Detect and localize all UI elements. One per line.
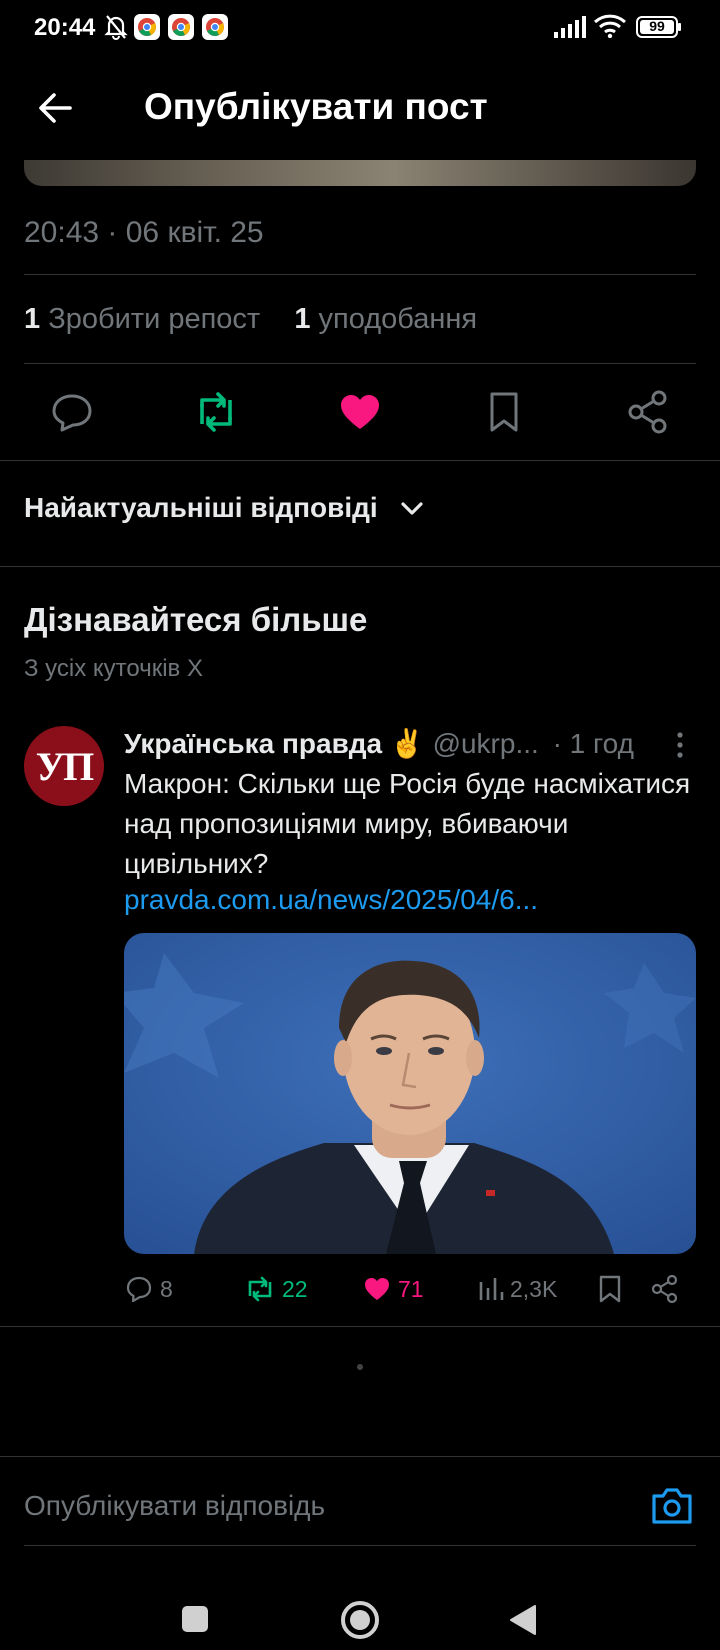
tweet-views-button[interactable]: 2,3K	[478, 1274, 557, 1304]
post-timestamp: 20:43 · 06 квіт. 25	[24, 216, 264, 249]
author-name[interactable]: Українська правда	[124, 728, 382, 759]
share-icon	[651, 1274, 678, 1304]
chrome-icon	[168, 14, 194, 45]
arrow-left-icon	[39, 93, 72, 123]
reply-input[interactable]: Опублікувати відповідь	[24, 1490, 325, 1522]
bookmark-icon	[599, 1275, 621, 1303]
reply-button[interactable]	[48, 388, 96, 436]
tweet-time: · 1 год	[552, 728, 634, 759]
section-title: Дізнавайтеся більше	[24, 601, 368, 638]
like-button[interactable]	[336, 388, 384, 436]
tweet-bookmark-button[interactable]	[596, 1274, 624, 1304]
reply-icon	[126, 1276, 152, 1303]
circle-icon	[341, 1601, 379, 1639]
loading-indicator	[357, 1364, 363, 1370]
section-subtitle: З усіх куточків X	[24, 655, 203, 682]
heart-filled-icon	[365, 1278, 389, 1300]
status-bar: 20:44 99	[0, 0, 720, 56]
divider	[0, 1456, 720, 1457]
emoji: ✌️	[389, 727, 425, 760]
divider	[0, 1326, 720, 1327]
back-button[interactable]	[30, 82, 82, 134]
likes-count: 1	[294, 303, 311, 335]
tweet-repost-button[interactable]: 22	[244, 1274, 308, 1304]
camera-button[interactable]	[650, 1486, 694, 1526]
battery-level: 99	[649, 18, 665, 34]
likes-label: уподобання	[318, 303, 478, 335]
tweet-text: Макрон: Скільки ще Росія буде насміхатис…	[124, 768, 691, 879]
tweet-media-image[interactable]	[124, 933, 696, 1254]
post-stats: 1 Зробити репост 1 уподобання	[24, 303, 477, 336]
page-title: Опублікувати пост	[144, 86, 488, 127]
avatar[interactable]: УП	[24, 726, 104, 806]
battery-icon: 99	[636, 16, 682, 38]
tweet-like-button[interactable]: 71	[362, 1274, 424, 1304]
tweet-link[interactable]: pravda.com.ua/news/2025/04/6...	[124, 884, 538, 916]
divider	[0, 566, 720, 567]
chrome-icon	[134, 14, 160, 45]
share-button[interactable]	[624, 388, 672, 436]
tweet-reply-button[interactable]: 8	[124, 1274, 173, 1304]
divider	[24, 274, 696, 275]
divider	[24, 363, 696, 364]
camera-icon	[652, 1488, 692, 1524]
post-image[interactable]	[24, 160, 696, 186]
square-icon	[182, 1606, 208, 1632]
recent-apps-button[interactable]	[180, 1604, 210, 1639]
tweet-share-button[interactable]	[650, 1274, 680, 1304]
more-options-button[interactable]	[668, 730, 692, 760]
repost-button[interactable]	[192, 388, 240, 436]
repost-count: 22	[282, 1275, 308, 1302]
app-header: Опублікувати пост	[0, 56, 720, 160]
divider	[0, 460, 720, 461]
like-count: 71	[398, 1275, 424, 1302]
repost-icon	[248, 1276, 272, 1302]
heart-filled-icon	[341, 395, 379, 429]
more-vertical-icon	[677, 732, 683, 758]
repost-icon	[200, 392, 232, 432]
views-count: 2,3K	[510, 1275, 558, 1302]
reply-count: 8	[160, 1275, 173, 1302]
bell-muted-icon	[104, 14, 128, 45]
tweet-author-line: Українська правда ✌️ @ukrp... · 1 год	[124, 727, 644, 760]
bookmark-button[interactable]	[480, 388, 528, 436]
chrome-icon	[202, 14, 228, 45]
wifi-icon	[593, 14, 627, 43]
home-button[interactable]	[340, 1600, 380, 1645]
likes-stat[interactable]: 1 уподобання	[294, 303, 477, 335]
author-handle[interactable]: @ukrp...	[433, 728, 539, 759]
status-time: 20:44	[34, 14, 96, 41]
share-icon	[628, 390, 667, 434]
triangle-back-icon	[510, 1605, 536, 1635]
replies-sort-dropdown[interactable]: Найактуальніші відповіді	[24, 492, 378, 524]
views-chart-icon	[479, 1278, 504, 1300]
reposts-count: 1	[24, 303, 41, 335]
back-nav-button[interactable]	[508, 1604, 538, 1641]
divider	[24, 1545, 696, 1546]
system-nav-bar	[0, 1562, 720, 1650]
bookmark-icon	[490, 392, 518, 432]
reply-icon	[52, 394, 92, 432]
reposts-stat[interactable]: 1 Зробити репост	[24, 303, 260, 335]
signal-icon	[554, 16, 586, 43]
chevron-down-icon[interactable]	[398, 497, 426, 526]
reposts-label: Зробити репост	[48, 303, 261, 335]
